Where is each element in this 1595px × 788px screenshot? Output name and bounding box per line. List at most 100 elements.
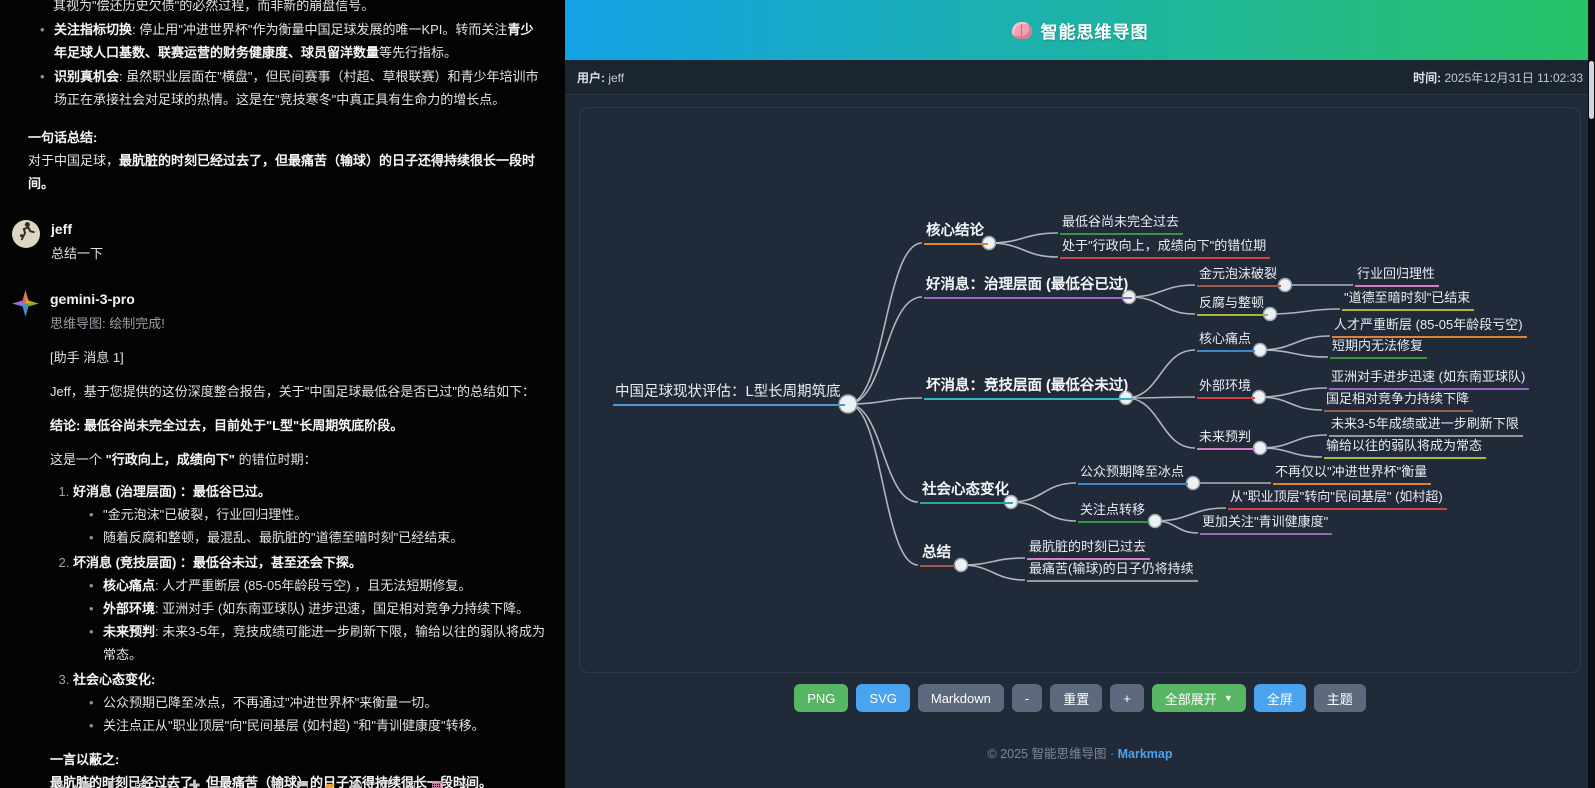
mindmap-node[interactable]: 输给以往的弱队将成为常态 bbox=[1324, 435, 1486, 459]
report-bullet-list: 关注指标切换: 停止用"冲进世界杯"作为衡量中国足球发展的唯一KPI。转而关注青… bbox=[28, 18, 545, 111]
mindmap-link bbox=[1011, 502, 1076, 521]
mindmap-node[interactable]: 处于"行政向上，成绩向下"的错位期 bbox=[1060, 235, 1270, 259]
mindmap-node[interactable]: 亚洲对手进步迅速 (如东南亚球队) bbox=[1329, 366, 1529, 390]
assistant-message: gemini-3-pro 思维导图: 绘制完成! [助手 消息 1] Jeff，… bbox=[12, 290, 549, 788]
mindmap-link bbox=[1126, 398, 1195, 448]
sub-item: 随着反腐和整顿，最混乱、最肮脏的"道德至暗时刻"已经结束。 bbox=[87, 526, 549, 549]
assistant-numbered-list: 好消息 (治理层面) ：最低谷已过。 "金元泡沫"已破裂，行业回归理性。 随着反… bbox=[56, 480, 549, 737]
mindmap-node[interactable]: 社会心态变化 bbox=[920, 478, 1013, 504]
mindmap-node[interactable]: 核心结论 bbox=[924, 219, 988, 245]
user-icon[interactable]: ◉ bbox=[349, 774, 364, 788]
soccer-player-icon bbox=[15, 220, 37, 248]
sub-item: "金元泡沫"已破裂，行业回归理性。 bbox=[87, 503, 549, 526]
mindmap-node[interactable]: 反腐与整顿 bbox=[1197, 292, 1268, 316]
clipboard-icon[interactable]: ▣ bbox=[79, 774, 94, 788]
mindmap-node[interactable]: 好消息：治理层面 (最低谷已过) bbox=[924, 273, 1132, 299]
assistant-status: 思维导图: 绘制完成! bbox=[50, 312, 549, 335]
mindmap-node-dot[interactable] bbox=[955, 559, 968, 572]
mindmap-link bbox=[961, 558, 1025, 565]
folder-icon[interactable]: ▰ bbox=[322, 774, 337, 788]
mindmap-link bbox=[1129, 285, 1195, 297]
user-label: 用户: jeff bbox=[577, 69, 624, 86]
export-markdown-button[interactable]: Markdown bbox=[918, 684, 1004, 712]
mindmap-node[interactable]: 最低谷尚未完全过去 bbox=[1060, 211, 1183, 235]
mindmap-node[interactable]: 外部环境 bbox=[1197, 375, 1255, 399]
grid-icon[interactable]: ⊞ bbox=[403, 774, 418, 788]
mindmap-layer: 中国足球现状评估：L型长周期筑底 核心结论 最低谷尚未完全过去处于"行政向上，成绩向… bbox=[570, 107, 1555, 673]
sub-item: 关注点正从"职业顶层"向"民间基层 (如村超) "和"青训健康度"转移。 bbox=[87, 714, 549, 737]
report-bullet: 关注指标切换: 停止用"冲进世界杯"作为衡量中国足球发展的唯一KPI。转而关注青… bbox=[38, 18, 545, 64]
app-title: 智能思维导图 bbox=[1041, 18, 1149, 43]
speaker-icon[interactable]: ◧ bbox=[106, 774, 121, 788]
pencil-icon[interactable]: ✎ bbox=[52, 774, 67, 788]
page-scrollbar[interactable] bbox=[1588, 0, 1595, 788]
markmap-link[interactable]: Markmap bbox=[1118, 747, 1173, 761]
mindmap-canvas[interactable]: 中国足球现状评估：L型长周期筑底 核心结论 最低谷尚未完全过去处于"行政向上，成绩向… bbox=[579, 107, 1581, 673]
image-icon[interactable]: ▤ bbox=[133, 774, 148, 788]
mindmap-link bbox=[1259, 397, 1322, 410]
scrollbar-thumb[interactable] bbox=[1589, 61, 1594, 119]
mindmap-node[interactable]: 坏消息：竞技层面 (最低谷未过) bbox=[924, 374, 1132, 400]
export-png-button[interactable]: PNG bbox=[794, 684, 848, 712]
save-icon[interactable]: ▢ bbox=[214, 774, 229, 788]
mindmap-node[interactable]: 公众预期降至冰点 bbox=[1078, 461, 1188, 485]
mindmap-link bbox=[848, 243, 922, 404]
clock-icon[interactable]: ◔ bbox=[160, 774, 175, 788]
mindmap-link bbox=[1126, 350, 1195, 398]
app-header: 智能思维导图 bbox=[565, 0, 1595, 60]
mindmap-link bbox=[848, 297, 922, 404]
zoom-in-button[interactable]: + bbox=[1110, 684, 1144, 712]
report-paragraph: 其视为"偿还历史欠债"的必然过程，而非新的崩盘信号。 bbox=[53, 0, 545, 17]
mindmap-link bbox=[989, 243, 1058, 257]
mindmap-node[interactable]: 金元泡沫破裂 bbox=[1197, 263, 1281, 287]
user-message-text: 总结一下 bbox=[51, 242, 549, 265]
mindmap-node-dot[interactable] bbox=[1149, 515, 1162, 528]
mindmap-node[interactable]: 未来预判 bbox=[1197, 426, 1255, 450]
mindmap-node[interactable]: 最肮脏的时刻已过去 bbox=[1027, 536, 1150, 560]
mindmap-node[interactable]: 中国足球现状评估：L型长周期筑底 bbox=[613, 380, 845, 406]
chat-input-toolbar: ✎ ▣ ◧ ▤ ◔ ✚ ▢ ◯ ↻ ⬒ ▰ ◉ ▥ ⊞ ▦ ✛ bbox=[52, 774, 472, 788]
reset-button[interactable]: 重置 bbox=[1050, 684, 1102, 712]
apps-icon[interactable]: ▦ bbox=[430, 774, 445, 788]
sub-item: 公众预期已降至冰点，不再通过"冲进世界杯"来衡量一切。 bbox=[87, 691, 549, 714]
mindmap-node[interactable]: 总结 bbox=[920, 541, 955, 567]
mindmap-node[interactable]: 短期内无法修复 bbox=[1330, 335, 1427, 359]
fullscreen-button[interactable]: 全屏 bbox=[1254, 684, 1306, 712]
plus-tool-icon[interactable]: ✚ bbox=[187, 774, 202, 788]
list-item: 坏消息 (竞技层面) ：最低谷未过，甚至还会下探。 核心痛点: 人才严重断层 (… bbox=[73, 551, 549, 666]
user-avatar[interactable] bbox=[12, 220, 40, 248]
mindmap-node[interactable]: 关注点转移 bbox=[1078, 499, 1149, 523]
mindmap-link bbox=[1129, 297, 1195, 314]
mindmap-node[interactable]: 从"职业顶层"转向"民间基层" (如村超) bbox=[1228, 486, 1447, 510]
report-summary: 对于中国足球，最肮脏的时刻已经过去了，但最痛苦（输球）的日子还得持续很长一段时间… bbox=[28, 149, 545, 195]
user-bar: 用户: jeff 时间: 2025年12月31日 11:02:33 bbox=[565, 60, 1595, 95]
mindmap-node-dot[interactable] bbox=[1187, 477, 1200, 490]
mindmap-app: 智能思维导图 用户: jeff 时间: 2025年12月31日 11:02:33… bbox=[565, 0, 1595, 788]
app-footer: © 2025 智能思维导图 · Markmap bbox=[565, 743, 1595, 762]
mindmap-node[interactable]: 核心痛点 bbox=[1197, 328, 1255, 352]
export-svg-button[interactable]: SVG bbox=[856, 684, 909, 712]
record-icon[interactable]: ◯ bbox=[241, 774, 256, 788]
mindmap-link bbox=[1260, 435, 1327, 448]
file-icon[interactable]: ▥ bbox=[376, 774, 391, 788]
assistant-name: gemini-3-pro bbox=[50, 290, 549, 308]
theme-button[interactable]: 主题 bbox=[1314, 684, 1366, 712]
mindmap-node[interactable]: 不再仅以"冲进世界杯"衡量 bbox=[1273, 461, 1431, 485]
add-icon[interactable]: ✛ bbox=[457, 774, 472, 788]
mindmap-node[interactable]: 未来3-5年成绩或进一步刷新下限 bbox=[1329, 413, 1523, 437]
mindmap-link bbox=[1270, 309, 1340, 314]
assistant-closing-title: 一言以蔽之: bbox=[50, 748, 549, 771]
mindmap-node[interactable]: 行业回归理性 bbox=[1355, 263, 1439, 287]
mindmap-node-dot[interactable] bbox=[1254, 442, 1267, 455]
assistant-tag: [助手 消息 1] bbox=[50, 346, 549, 369]
mindmap-node[interactable]: 最痛苦(输球)的日子仍将持续 bbox=[1027, 558, 1198, 582]
mindmap-node[interactable]: 国足相对竞争力持续下降 bbox=[1324, 388, 1473, 412]
mindmap-node[interactable]: "道德至暗时刻"已结束 bbox=[1342, 287, 1474, 311]
mindmap-node-dot[interactable] bbox=[1254, 344, 1267, 357]
mindmap-node[interactable]: 更加关注"青训健康度" bbox=[1200, 511, 1332, 535]
expand-all-button[interactable]: 全部展开▼ bbox=[1152, 684, 1246, 712]
package-icon[interactable]: ⬒ bbox=[295, 774, 310, 788]
sub-item: 未来预判: 未来3-5年，竞技成绩可能进一步刷新下限，输给以往的弱队将成为常态。 bbox=[87, 620, 549, 666]
refresh-icon[interactable]: ↻ bbox=[268, 774, 283, 788]
zoom-out-button[interactable]: - bbox=[1012, 684, 1042, 712]
